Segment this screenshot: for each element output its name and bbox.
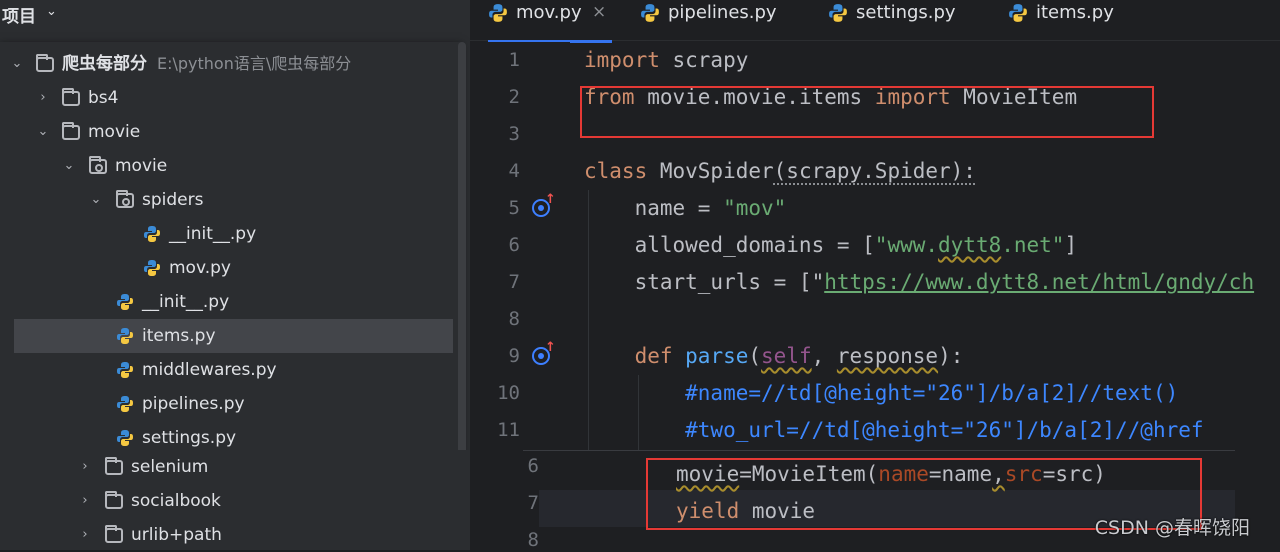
line-number: 7 bbox=[527, 492, 539, 514]
tree-item-label: urlib+path bbox=[131, 525, 222, 545]
code-line-11: #two_url=//td[@height="26"]/b/a[2]//@hre… bbox=[584, 418, 1204, 442]
python-icon bbox=[828, 3, 848, 31]
tree-row-urlib-path[interactable]: › urlib+path bbox=[0, 518, 470, 552]
python-icon bbox=[116, 395, 134, 413]
line-number: 6 bbox=[508, 234, 520, 256]
python-icon bbox=[116, 327, 134, 345]
project-panel: 项目 ⌄ ⌄ 爬虫每部分 E:\python语言\爬虫每部分 › bs4 ⌄ mo… bbox=[0, 0, 470, 550]
package-icon bbox=[116, 190, 134, 208]
tree-row-middlewares-py[interactable]: middlewares.py bbox=[0, 353, 462, 387]
tree-item-label: selenium bbox=[131, 457, 209, 477]
highlight-box-import bbox=[580, 86, 1154, 138]
tab-label: settings.py bbox=[856, 2, 956, 23]
chevron-down-icon[interactable]: ⌄ bbox=[36, 115, 50, 149]
tab-label: mov.py bbox=[516, 2, 582, 23]
code-line-4: class MovSpider(scrapy.Spider): bbox=[584, 159, 976, 183]
chevron-down-icon[interactable]: ⌄ bbox=[46, 4, 57, 19]
tree-row-bs4[interactable]: › bs4 bbox=[0, 81, 462, 115]
tree-row-movie[interactable]: ⌄ movie bbox=[0, 115, 462, 149]
python-icon bbox=[143, 259, 161, 277]
project-panel-header[interactable]: 项目 ⌄ bbox=[0, 0, 470, 27]
chevron-right-icon[interactable]: › bbox=[78, 484, 92, 518]
line-number: 4 bbox=[508, 160, 520, 182]
project-tree-underlay: › selenium › socialbook › urlib+path bbox=[0, 450, 470, 550]
code-line-7: start_urls = ["https://www.dytt8.net/htm… bbox=[584, 270, 1255, 294]
line-number: 1 bbox=[508, 49, 520, 71]
python-icon bbox=[116, 429, 134, 447]
chevron-right-icon[interactable]: › bbox=[36, 81, 50, 115]
python-icon bbox=[116, 293, 134, 311]
tab-label: pipelines.py bbox=[668, 2, 777, 23]
line-number: 9 bbox=[508, 345, 520, 367]
line-number: 10 bbox=[497, 382, 520, 404]
editor-tab-bar: mov.py × pipelines.py settings.py items.… bbox=[470, 0, 1280, 43]
tree-row-items-py[interactable]: items.py bbox=[14, 319, 453, 353]
line-number: 8 bbox=[508, 308, 520, 330]
tree-item-label: items.py bbox=[142, 326, 216, 346]
root-label: 爬虫每部分 bbox=[62, 54, 147, 74]
code-line-5: name = "mov" bbox=[584, 196, 787, 220]
line-number: 6 bbox=[527, 455, 539, 477]
line-number: 7 bbox=[508, 271, 520, 293]
close-icon[interactable]: × bbox=[592, 0, 606, 25]
chevron-right-icon[interactable]: › bbox=[78, 450, 92, 484]
tab-label: items.py bbox=[1036, 2, 1114, 23]
chevron-right-icon[interactable]: › bbox=[78, 518, 92, 552]
folder-icon bbox=[105, 491, 123, 509]
chevron-down-icon[interactable]: ⌄ bbox=[89, 183, 103, 217]
line-number: 5 bbox=[508, 197, 520, 219]
folder-icon bbox=[105, 457, 123, 475]
tab-settings-py[interactable]: settings.py bbox=[828, 0, 968, 40]
tree-row-spiders[interactable]: ⌄ spiders bbox=[0, 183, 462, 217]
project-tree: ⌄ 爬虫每部分 E:\python语言\爬虫每部分 › bs4 ⌄ movie ⌄… bbox=[0, 42, 462, 462]
code-line-9: def parse(self, response): bbox=[584, 344, 964, 368]
tree-row-spiders-init[interactable]: __init__.py bbox=[0, 217, 462, 251]
line-number: 11 bbox=[497, 419, 520, 441]
code-line-10: #name=//td[@height="26"]/b/a[2]//text() bbox=[584, 381, 1179, 405]
tree-item-label: spiders bbox=[142, 190, 204, 210]
python-icon bbox=[1008, 3, 1028, 31]
watermark: CSDN @春晖饶阳 bbox=[1094, 517, 1250, 539]
tree-item-label: movie bbox=[115, 156, 168, 176]
tree-item-label: __init__.py bbox=[169, 224, 257, 244]
tree-item-label: bs4 bbox=[88, 88, 119, 108]
tree-item-label: pipelines.py bbox=[142, 394, 245, 414]
tree-item-label: socialbook bbox=[131, 491, 221, 511]
tree-row-init[interactable]: __init__.py bbox=[0, 285, 462, 319]
tree-scrollbar[interactable] bbox=[458, 42, 466, 462]
python-icon bbox=[488, 3, 508, 31]
tab-pipelines-py[interactable]: pipelines.py bbox=[640, 0, 790, 40]
tree-row-root[interactable]: ⌄ 爬虫每部分 E:\python语言\爬虫每部分 bbox=[0, 47, 462, 81]
tree-item-label: middlewares.py bbox=[142, 360, 277, 380]
tree-item-label: movie bbox=[88, 122, 141, 142]
folder-icon bbox=[36, 54, 54, 72]
python-icon bbox=[116, 361, 134, 379]
chevron-down-icon[interactable]: ⌄ bbox=[62, 149, 76, 183]
folder-icon bbox=[62, 88, 80, 106]
tree-row-socialbook[interactable]: › socialbook bbox=[0, 484, 470, 518]
tree-row-selenium[interactable]: › selenium bbox=[0, 450, 470, 484]
code-line-1: import scrapy bbox=[584, 48, 749, 72]
line-number: 3 bbox=[508, 123, 520, 145]
tree-row-mov-py[interactable]: mov.py bbox=[0, 251, 462, 285]
line-number: 2 bbox=[508, 86, 520, 108]
tree-item-label: __init__.py bbox=[142, 292, 230, 312]
root-path: E:\python语言\爬虫每部分 bbox=[157, 54, 352, 73]
override-gutter-icon[interactable]: ↑ bbox=[532, 340, 556, 365]
tree-item-label: mov.py bbox=[169, 258, 231, 278]
package-icon bbox=[89, 156, 107, 174]
tree-row-movie-package[interactable]: ⌄ movie bbox=[0, 149, 462, 183]
line-number: 8 bbox=[527, 529, 539, 551]
chevron-down-icon[interactable]: ⌄ bbox=[10, 47, 24, 81]
tab-mov-py[interactable]: mov.py × bbox=[488, 0, 612, 43]
tab-items-py[interactable]: items.py bbox=[1008, 0, 1128, 40]
folder-icon bbox=[62, 122, 80, 140]
tree-row-pipelines-py[interactable]: pipelines.py bbox=[0, 387, 462, 421]
folder-icon bbox=[105, 525, 123, 543]
override-gutter-icon[interactable]: ↑ bbox=[532, 192, 556, 217]
code-line-6: allowed_domains = ["www.dytt8.net"] bbox=[584, 233, 1078, 257]
project-panel-title: 项目 bbox=[2, 7, 36, 27]
python-icon bbox=[640, 3, 660, 31]
python-icon bbox=[143, 225, 161, 243]
